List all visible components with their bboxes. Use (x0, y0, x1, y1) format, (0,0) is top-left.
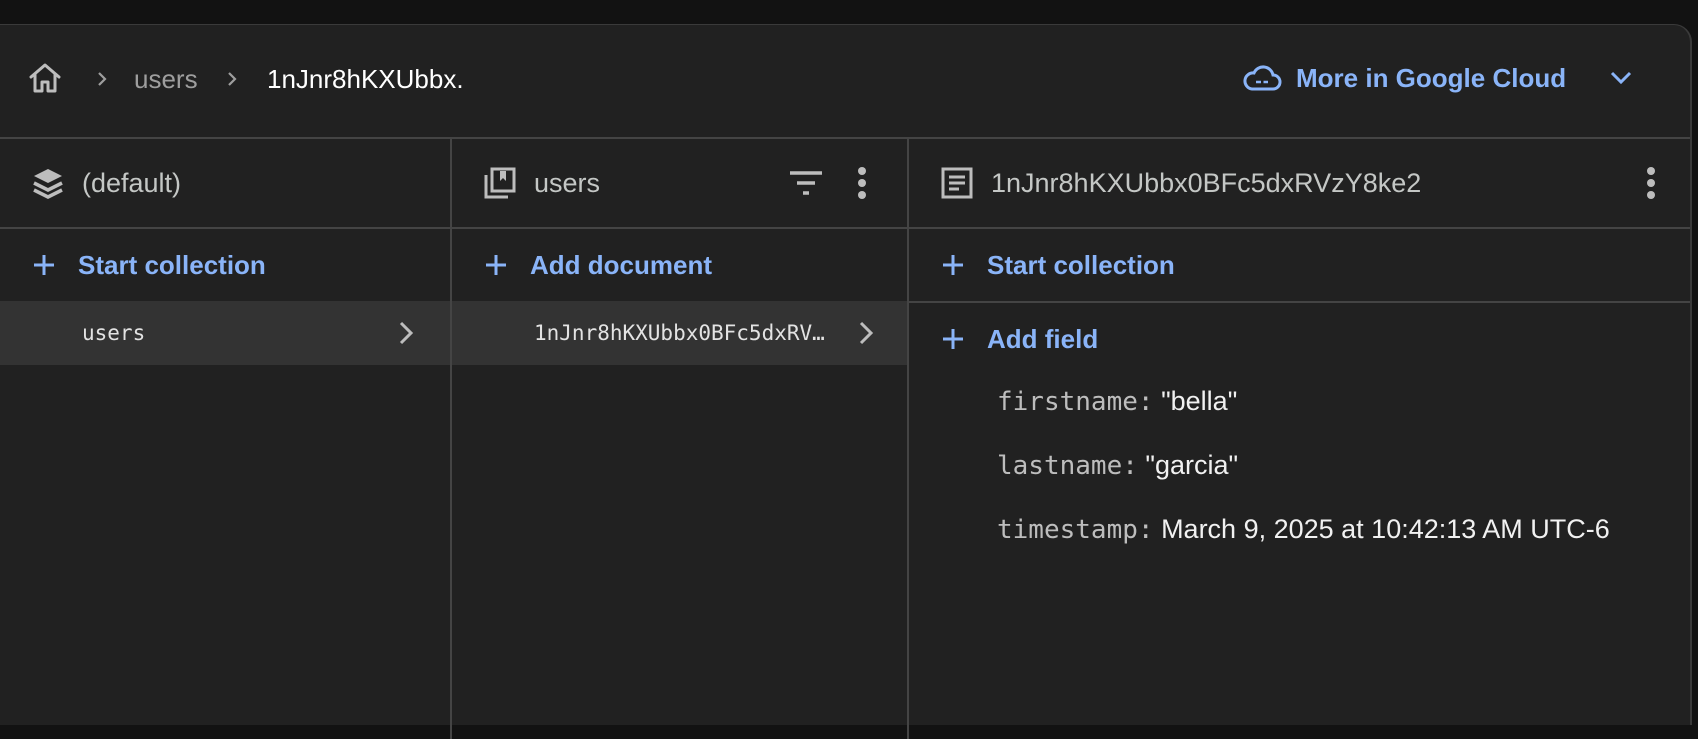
plus-icon (943, 329, 963, 349)
cloud-icon (1243, 65, 1282, 91)
document-icon (941, 167, 973, 199)
field-row-lastname[interactable]: lastname: "garcia" (997, 449, 1238, 482)
firestore-panel: users 1nJnr8hKXUbbx. More in Google Clou… (0, 24, 1692, 739)
list-item-label: users (82, 321, 146, 345)
add-document-button[interactable]: Add document (452, 229, 907, 301)
add-field-button[interactable]: Add field (909, 303, 1690, 375)
add-field-label: Add field (987, 324, 1099, 354)
add-document-label: Add document (530, 250, 712, 280)
plus-icon (486, 255, 506, 275)
field-value: March 9, 2025 at 10:42:13 AM UTC-6 (1161, 514, 1610, 544)
data-columns: (default) Start collection users users A… (0, 137, 1690, 739)
document-column: 1nJnr8hKXUbbx0BFc5dxRVzY8ke2 Start colle… (909, 139, 1690, 739)
collection-icon (484, 167, 516, 199)
start-collection-button[interactable]: Start collection (909, 229, 1690, 303)
document-header: 1nJnr8hKXUbbx0BFc5dxRVzY8ke2 (909, 139, 1690, 229)
more-vert-icon[interactable] (844, 165, 880, 201)
start-collection-button[interactable]: Start collection (0, 229, 450, 301)
breadcrumb: users 1nJnr8hKXUbbx. More in Google Clou… (0, 25, 1690, 137)
collection-title: users (534, 168, 601, 198)
breadcrumb-item-users[interactable]: users (134, 63, 198, 95)
more-in-google-cloud-button[interactable]: More in Google Cloud (1242, 58, 1634, 98)
field-value: "garcia" (1145, 450, 1239, 480)
database-header: (default) (0, 139, 450, 229)
more-in-google-cloud-label: More in Google Cloud (1296, 62, 1567, 93)
field-key: timestamp: (997, 515, 1154, 545)
chevron-right-icon (228, 72, 237, 86)
list-item-document[interactable]: 1nJnr8hKXUbbx0BFc5dxRV… (452, 301, 907, 365)
database-stack-icon (33, 169, 63, 199)
chevron-right-icon (98, 72, 107, 86)
field-row-timestamp[interactable]: timestamp: March 9, 2025 at 10:42:13 AM … (997, 513, 1610, 546)
database-title: (default) (82, 168, 182, 198)
home-icon[interactable] (25, 58, 65, 98)
chevron-right-icon (859, 321, 874, 345)
collection-header: users (452, 139, 907, 229)
start-collection-label: Start collection (987, 250, 1175, 280)
database-column: (default) Start collection users (0, 139, 452, 739)
list-item-label: 1nJnr8hKXUbbx0BFc5dxRV… (534, 321, 825, 345)
collection-column: users Add document 1nJnr8hKXUbbx0BFc5dxR… (452, 139, 909, 739)
chevron-right-icon (399, 321, 414, 345)
plus-icon (943, 255, 963, 275)
plus-icon (34, 255, 54, 275)
document-title: 1nJnr8hKXUbbx0BFc5dxRVzY8ke2 (991, 168, 1422, 198)
list-item-users[interactable]: users (0, 301, 450, 365)
field-key: lastname: (997, 451, 1138, 481)
start-collection-label: Start collection (78, 250, 266, 280)
breadcrumb-item-document[interactable]: 1nJnr8hKXUbbx. (267, 63, 464, 95)
field-row-firstname[interactable]: firstname: "bella" (997, 385, 1237, 418)
field-key: firstname: (997, 387, 1154, 417)
chevron-down-icon[interactable] (1608, 65, 1634, 91)
more-vert-icon[interactable] (1633, 165, 1669, 201)
filter-icon[interactable] (788, 165, 824, 201)
field-value: "bella" (1161, 386, 1238, 416)
